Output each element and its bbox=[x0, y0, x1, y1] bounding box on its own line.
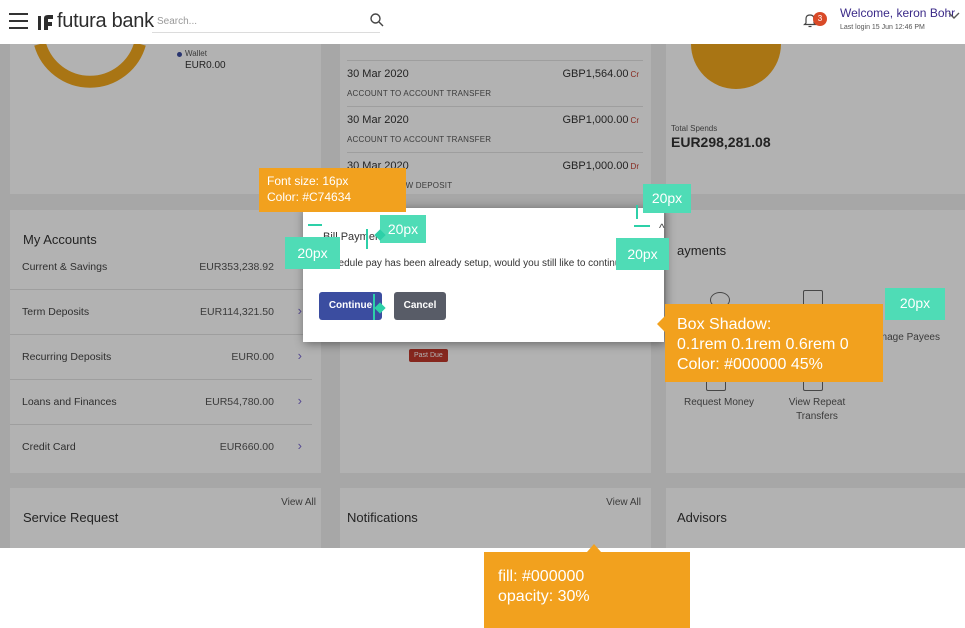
spacing-marker bbox=[636, 205, 638, 219]
fill-spec-line: opacity: 30% bbox=[498, 588, 590, 605]
hamburger-menu-icon[interactable] bbox=[9, 13, 28, 29]
shadow-note-pointer bbox=[657, 316, 665, 332]
search-underline bbox=[152, 32, 380, 33]
spacing-marker bbox=[634, 225, 650, 227]
shadow-spec-line: 0.1rem 0.1rem 0.6rem 0 bbox=[677, 336, 849, 353]
spacing-marker bbox=[366, 229, 368, 249]
spacing-tag: 20px bbox=[885, 288, 945, 320]
font-spec-line: Color: #C74634 bbox=[267, 190, 352, 204]
fill-spec-note: fill: #000000 opacity: 30% bbox=[484, 552, 690, 628]
close-icon[interactable]: ^ bbox=[659, 221, 665, 235]
shadow-spec-note: Box Shadow: 0.1rem 0.1rem 0.6rem 0 Color… bbox=[665, 304, 883, 382]
spacing-tag: 20px bbox=[616, 238, 669, 270]
search-input[interactable]: Search... bbox=[157, 16, 197, 27]
chevron-down-icon[interactable] bbox=[948, 10, 960, 20]
bill-payment-dialog: Bill Payment ^ schedule pay has been alr… bbox=[303, 208, 665, 342]
last-login-text: Last login 15 Jun 12:46 PM bbox=[840, 24, 925, 31]
fill-note-pointer bbox=[587, 544, 601, 552]
welcome-text[interactable]: Welcome, keron Bohr bbox=[840, 6, 955, 20]
fill-spec-line: fill: #000000 bbox=[498, 568, 585, 585]
spacing-marker bbox=[308, 224, 322, 226]
font-spec-line: Font size: 16px bbox=[267, 174, 349, 188]
shadow-spec-line: Color: #000000 45% bbox=[677, 356, 823, 373]
notification-badge: 3 bbox=[813, 12, 827, 26]
top-header: futura bank Search... 3 Welcome, keron B… bbox=[0, 0, 965, 44]
search-icon[interactable] bbox=[369, 12, 385, 28]
spacing-tag: 20px bbox=[285, 237, 340, 269]
spacing-tag: 20px bbox=[380, 215, 426, 243]
futura-logo-icon bbox=[38, 15, 53, 30]
brand-name: futura bank bbox=[57, 10, 154, 32]
cancel-button[interactable]: Cancel bbox=[394, 292, 446, 320]
spacing-tag: 20px bbox=[643, 184, 691, 213]
app-screen: futura bank Search... 3 Welcome, keron B… bbox=[0, 0, 965, 548]
dialog-message: schedule pay has been already setup, wou… bbox=[323, 258, 632, 269]
shadow-spec-line: Box Shadow: bbox=[677, 316, 772, 333]
font-spec-note: Font size: 16px Color: #C74634 bbox=[259, 168, 406, 212]
